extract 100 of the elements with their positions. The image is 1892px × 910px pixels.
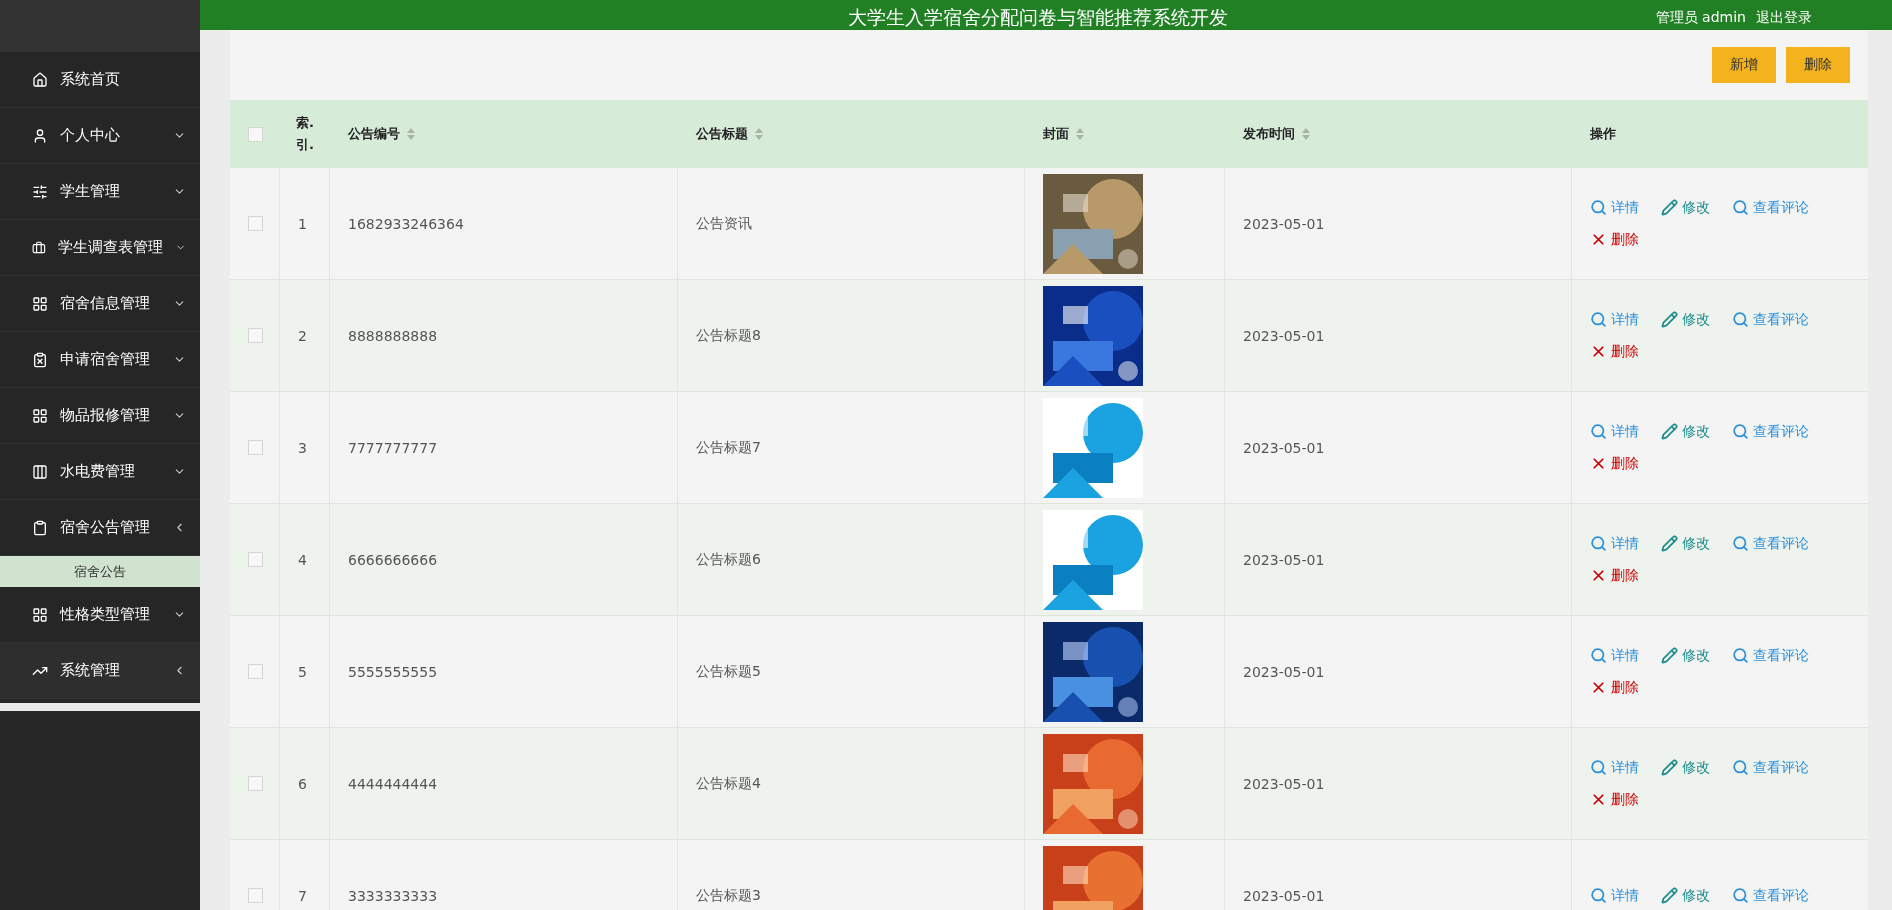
checkbox[interactable] (248, 888, 263, 903)
menu-item-icon (32, 127, 48, 144)
table-cell: 5 (298, 663, 307, 680)
search-icon (1732, 887, 1749, 904)
checkbox[interactable] (248, 664, 263, 679)
delete-button[interactable]: 删除 (1786, 47, 1850, 83)
table-cell: 3 (298, 439, 307, 456)
pencil-icon (1661, 535, 1678, 552)
search-icon (1590, 199, 1607, 216)
view-link[interactable]: 查看评论 (1732, 310, 1809, 329)
edit-link[interactable]: 修改 (1661, 422, 1710, 441)
sort-icon[interactable] (1301, 127, 1311, 141)
close-icon (1590, 231, 1607, 248)
view-link[interactable]: 详情 (1590, 198, 1639, 217)
search-icon (1590, 647, 1607, 664)
table-cell: 公告资讯 (696, 214, 752, 233)
menu-item-icon (32, 606, 48, 623)
close-icon (1590, 791, 1607, 808)
edit-link[interactable]: 修改 (1661, 758, 1710, 777)
edit-link[interactable]: 修改 (1661, 198, 1710, 217)
pencil-icon (1661, 199, 1678, 216)
view-link[interactable]: 详情 (1590, 758, 1639, 777)
delete-link[interactable]: 删除 (1590, 230, 1639, 249)
search-icon (1590, 423, 1607, 440)
pencil-icon (1661, 423, 1678, 440)
view-link[interactable]: 详情 (1590, 534, 1639, 553)
table-cell: 2 (298, 327, 307, 344)
search-icon (1732, 199, 1749, 216)
table-cell: 公告标题7 (696, 438, 761, 457)
view-link[interactable]: 查看评论 (1732, 422, 1809, 441)
table-cell: 3333333333 (348, 887, 438, 904)
search-icon (1732, 759, 1749, 776)
view-link[interactable]: 查看评论 (1732, 886, 1809, 905)
checkbox[interactable] (248, 552, 263, 567)
edit-link[interactable]: 修改 (1661, 534, 1710, 553)
column-header: 操作 (1590, 125, 1616, 143)
search-icon (1590, 535, 1607, 552)
column-header: 公告标题 (696, 125, 748, 143)
table-cell: 1682933246364 (348, 215, 464, 232)
checkbox[interactable] (248, 216, 263, 231)
menu-item-icon (32, 351, 48, 368)
view-link[interactable]: 详情 (1590, 646, 1639, 665)
delete-link[interactable]: 删除 (1590, 454, 1639, 473)
close-icon (1590, 343, 1607, 360)
checkbox[interactable] (248, 776, 263, 791)
menu-item-icon (32, 407, 48, 424)
checkbox[interactable] (248, 328, 263, 343)
delete-link[interactable]: 删除 (1590, 566, 1639, 585)
table-cell: 2023-05-01 (1243, 663, 1325, 680)
view-link[interactable]: 查看评论 (1732, 198, 1809, 217)
checkbox[interactable] (248, 440, 263, 455)
search-icon (1590, 759, 1607, 776)
edit-link[interactable]: 修改 (1661, 886, 1710, 905)
sidebar-item[interactable]: 系统管理 (0, 643, 200, 699)
delete-link[interactable]: 删除 (1590, 790, 1639, 809)
close-icon (1590, 567, 1607, 584)
logout-link[interactable]: 退出登录 (1756, 6, 1812, 28)
table-cell: 公告标题5 (696, 662, 761, 681)
table-cell: 5555555555 (348, 663, 438, 680)
edit-link[interactable]: 修改 (1661, 646, 1710, 665)
table-cell: 2023-05-01 (1243, 327, 1325, 344)
column-header: 封面 (1043, 125, 1069, 143)
search-icon (1732, 311, 1749, 328)
submenu-item[interactable]: 宿舍公告 (0, 556, 200, 587)
table-cell: 6 (298, 775, 307, 792)
pencil-icon (1661, 887, 1678, 904)
delete-link[interactable]: 删除 (1590, 342, 1639, 361)
table-cell: 公告标题6 (696, 550, 761, 569)
view-link[interactable]: 查看评论 (1732, 646, 1809, 665)
checkbox[interactable] (248, 126, 263, 142)
table-cell: 4 (298, 551, 307, 568)
column-header: 索. 引. (296, 114, 314, 154)
table-cell: 2023-05-01 (1243, 215, 1325, 232)
edit-link[interactable]: 修改 (1661, 310, 1710, 329)
search-icon (1732, 535, 1749, 552)
view-link[interactable]: 详情 (1590, 310, 1639, 329)
menu-item-icon (32, 239, 46, 256)
pencil-icon (1661, 647, 1678, 664)
view-link[interactable]: 查看评论 (1732, 758, 1809, 777)
delete-link[interactable]: 删除 (1590, 678, 1639, 697)
table-cell: 8888888888 (348, 327, 438, 344)
table-cell: 2023-05-01 (1243, 551, 1325, 568)
menu-item-icon (32, 71, 48, 88)
sort-icon[interactable] (1075, 127, 1085, 141)
sort-icon[interactable] (406, 127, 416, 141)
table-cell: 7 (298, 887, 307, 904)
column-header: 发布时间 (1243, 125, 1295, 143)
menu-item-icon (32, 183, 48, 200)
table-cell: 2023-05-01 (1243, 439, 1325, 456)
view-link[interactable]: 详情 (1590, 886, 1639, 905)
pencil-icon (1661, 311, 1678, 328)
window-title: 大学生入学宿舍分配问卷与智能推荐系统开发 (846, 6, 1229, 28)
table-cell: 2023-05-01 (1243, 887, 1325, 904)
view-link[interactable]: 详情 (1590, 422, 1639, 441)
search-icon (1732, 423, 1749, 440)
view-link[interactable]: 查看评论 (1732, 534, 1809, 553)
search-icon (1732, 647, 1749, 664)
sort-icon[interactable] (754, 127, 764, 141)
add-button[interactable]: 新增 (1712, 47, 1776, 83)
table-cell: 2023-05-01 (1243, 775, 1325, 792)
